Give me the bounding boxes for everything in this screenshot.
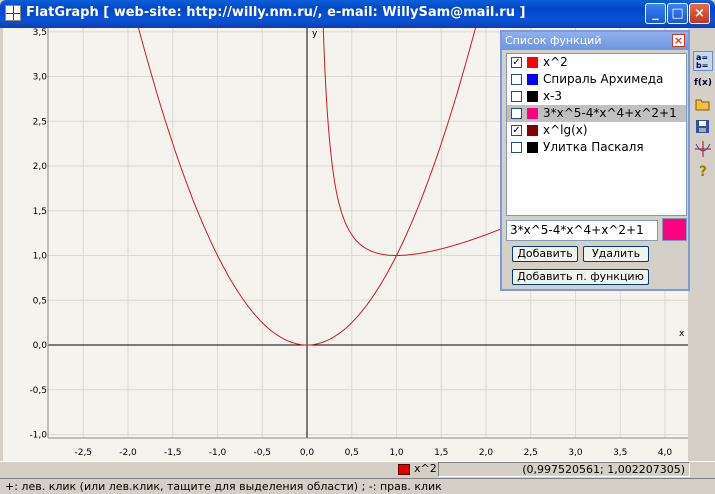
y-tick-label: -0,5 [29,386,47,396]
window-title: FlatGraph [ web-site: http://willy.nm.ru… [26,5,526,20]
curve-x-squared [138,28,477,346]
y-tick-label: 2,5 [33,117,47,127]
title-bar[interactable]: FlatGraph [ web-site: http://willy.nm.ru… [0,0,715,28]
y-tick-label: 1,5 [33,207,47,217]
app-graph-icon[interactable] [5,5,21,21]
x-tick-label: -2,0 [119,448,137,458]
panel-title: Список функций [505,34,602,47]
x-tick-label: 0,0 [300,448,315,458]
y-tick-label: 0,5 [33,296,47,306]
function-list-item[interactable]: Улитка Паскаля [507,139,686,156]
status-row: x^2 (0,997520561; 1,002207305) [0,461,715,477]
function-list-item[interactable]: 3*x^5-4*x^4+x^2+1 [507,105,686,122]
delete-button[interactable]: Удалить [583,246,649,262]
x-tick-label: -1,0 [209,448,227,458]
function-label: Спираль Архимеда [543,72,664,86]
y-tick-label: 3,0 [33,73,48,83]
x-tick-label: 1,5 [434,448,448,458]
function-list-item[interactable]: x-3 [507,88,686,105]
y-tick-label: 0,0 [33,341,48,351]
help-icon[interactable]: ? [693,162,713,182]
function-list-item[interactable]: ✓ x^lg(x) [507,122,686,139]
x-tick-label: -1,5 [164,448,182,458]
close-button[interactable]: × [689,3,710,24]
function-label: x^2 [543,55,568,69]
x-tick-label: 1,0 [389,448,404,458]
function-list-item[interactable]: Спираль Архимеда [507,71,686,88]
function-label: x^lg(x) [543,123,588,137]
minimize-button[interactable]: _ [645,3,666,24]
y-tick-label: -1,0 [29,431,47,441]
mouse-hint-text: +: лев. клик (или лев.клик, тащите для в… [5,480,442,493]
function-color-swatch [527,108,538,119]
open-folder-icon[interactable] [693,95,713,115]
expression-input[interactable]: 3*x^5-4*x^4+x^2+1 [506,220,658,241]
function-label: x-3 [543,89,563,103]
function-checkbox[interactable]: ✓ [511,125,522,136]
x-tick-label: 2,5 [524,448,538,458]
x-tick-label: 0,5 [345,448,359,458]
function-label: Улитка Паскаля [543,140,644,154]
ab-list-icon[interactable]: a= b= [693,51,713,71]
app-window: FlatGraph [ web-site: http://willy.nm.ru… [0,0,715,494]
axes-icon[interactable] [693,140,713,160]
hint-bar: +: лев. клик (или лев.клик, тащите для в… [0,478,715,494]
function-checkbox[interactable] [511,142,522,153]
function-checkbox[interactable] [511,74,522,85]
function-color-swatch [527,125,538,136]
y-axis-label: y [312,29,318,39]
function-checkbox[interactable]: ✓ [511,57,522,68]
y-tick-label: 1,0 [33,252,48,262]
color-picker-button[interactable] [662,218,687,241]
cursor-coordinates: (0,997520561; 1,002207305) [438,462,690,477]
function-label: 3*x^5-4*x^4+x^2+1 [543,106,677,120]
function-color-swatch [527,74,538,85]
save-icon[interactable] [693,118,713,138]
svg-text:b=: b= [696,61,708,70]
x-tick-label: 3,0 [568,448,583,458]
function-list[interactable]: ✓ x^2 Спираль Архимеда x-3 3*x^5-4*x^4+x^2+1… [506,53,687,216]
function-checkbox[interactable] [511,91,522,102]
legend-color-swatch [398,464,410,475]
x-tick-label: 3,5 [613,448,627,458]
function-list-item[interactable]: ✓ x^2 [507,54,686,71]
side-toolbar: a= b= f(x) ? [690,28,715,461]
maximize-button[interactable]: □ [667,3,688,24]
add-button[interactable]: Добавить [512,246,578,262]
add-param-function-button[interactable]: Добавить п. функцию [512,269,649,285]
x-tick-label: 2,0 [479,448,494,458]
function-color-swatch [527,57,538,68]
fx-icon[interactable]: f(x) [693,73,713,93]
function-color-swatch [527,142,538,153]
function-list-panel: Список функций × ✓ x^2 Спираль Архимеда x-3… [500,30,690,291]
y-tick-label: 3,5 [33,28,47,38]
panel-close-button[interactable]: × [672,34,685,47]
x-tick-label: -2,5 [74,448,92,458]
x-tick-label: -0,5 [253,448,271,458]
function-checkbox[interactable] [511,108,522,119]
legend-label: x^2 [414,462,437,475]
function-color-swatch [527,91,538,102]
x-axis-label: x [679,329,685,339]
y-tick-label: 2,0 [33,162,48,172]
x-tick-label: 4,0 [658,448,673,458]
panel-title-bar[interactable]: Список функций × [502,32,688,50]
